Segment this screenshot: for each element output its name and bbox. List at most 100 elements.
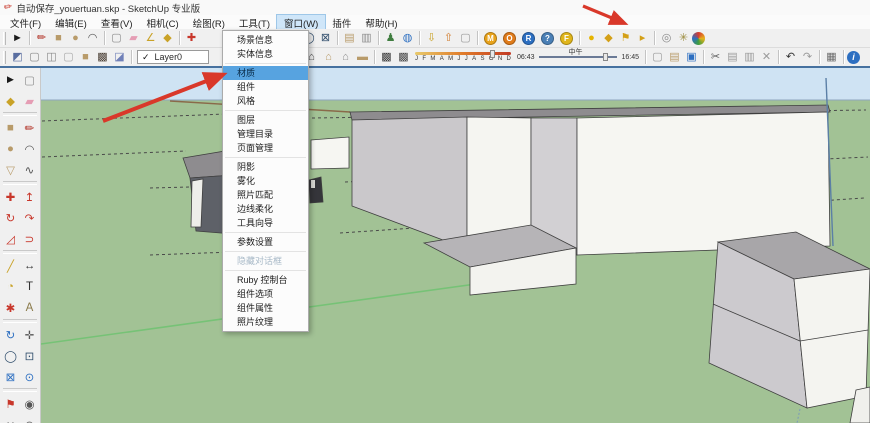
google-earth-icon[interactable]: ◍ [399, 30, 416, 46]
menu-item-materials[interactable]: 材质 [223, 66, 308, 80]
eraser-tool[interactable]: ▰ [20, 90, 39, 111]
style-shaded-icon[interactable]: ■ [77, 49, 94, 65]
badge-r-icon[interactable]: R [522, 32, 535, 45]
tape-measure-tool[interactable]: ╱ [1, 255, 20, 276]
style-wireframe-icon[interactable]: ◫ [43, 49, 60, 65]
ring-icon[interactable]: ◎ [658, 30, 675, 46]
3d-text-tool[interactable]: A [20, 297, 39, 318]
menu-item-styles[interactable]: 风格 [223, 94, 308, 108]
line-tool[interactable]: ✏ [33, 30, 50, 46]
open-file-icon[interactable]: ▤ [666, 49, 683, 65]
offset-tool[interactable]: ⊃ [20, 228, 39, 249]
time-slider-handle[interactable] [603, 53, 608, 61]
menubar-view[interactable]: 查看(V) [94, 15, 140, 29]
view-top-icon[interactable]: ⌂ [320, 49, 337, 65]
menu-item-soften-edges[interactable]: 边线柔化 [223, 202, 308, 216]
position-camera-tool[interactable]: ⚑ [1, 393, 20, 414]
select-tool[interactable]: ► [9, 30, 26, 46]
style-xray-icon[interactable]: ◩ [9, 49, 26, 65]
cut-icon[interactable]: ✂ [707, 49, 724, 65]
share-models-icon[interactable]: ⇧ [440, 30, 457, 46]
menu-item-scene-info[interactable]: 场景信息 [223, 33, 308, 47]
menu-item-component-attributes[interactable]: 组件属性 [223, 301, 308, 315]
menu-item-preferences[interactable]: 参数设置 [223, 235, 308, 249]
circle-tool[interactable]: ● [67, 30, 84, 46]
toolbar-grip[interactable] [3, 51, 6, 64]
style-shaded-textures-icon[interactable]: ▩ [94, 49, 111, 65]
menu-item-component-options[interactable]: 组件选项 [223, 287, 308, 301]
menu-item-shadows[interactable]: 阴影 [223, 160, 308, 174]
print-icon[interactable]: ▦ [823, 49, 840, 65]
flag-icon[interactable]: ⚑ [617, 30, 634, 46]
zoom-extents-tool[interactable]: ⊠ [317, 30, 334, 46]
menubar-file[interactable]: 文件(F) [3, 15, 48, 29]
shadow-toggle-icon[interactable]: ▩ [395, 49, 412, 65]
shadow-dialog-icon[interactable]: ▩ [378, 49, 395, 65]
menu-item-instructor[interactable]: 工具向导 [223, 216, 308, 230]
zoom-previous-tool[interactable]: ⊙ [20, 366, 39, 387]
sandbox-icon[interactable]: ◆ [600, 30, 617, 46]
menubar-plugins[interactable]: 插件 [325, 15, 358, 29]
tape-measure-tool[interactable]: ∠ [142, 30, 159, 46]
make-component-tool[interactable]: ▢ [20, 69, 39, 90]
paint-bucket-tool[interactable]: ◆ [159, 30, 176, 46]
arc-tool[interactable]: ◠ [84, 30, 101, 46]
component-box-icon[interactable]: ▢ [457, 30, 474, 46]
menubar-help[interactable]: 帮助(H) [358, 15, 404, 29]
rectangle-tool[interactable]: ■ [1, 117, 20, 138]
zoom-window-tool[interactable]: ⊡ [20, 345, 39, 366]
rotate-tool[interactable]: ↻ [1, 207, 20, 228]
shadow-month-slider[interactable]: JFMAMJJASOND [415, 52, 511, 62]
line-tool[interactable]: ✏ [20, 117, 39, 138]
push-pull-tool[interactable]: ↥ [20, 186, 39, 207]
polygon-tool[interactable]: ▽ [1, 159, 20, 180]
style-hidden-line-icon[interactable]: ▢ [60, 49, 77, 65]
walk-tool[interactable]: ∷ [1, 414, 20, 423]
walk-figure-icon[interactable]: ♟ [382, 30, 399, 46]
freehand-tool[interactable]: ∿ [20, 159, 39, 180]
view-side-icon[interactable]: ▬ [354, 49, 371, 65]
axes-tool[interactable]: ✱ [1, 297, 20, 318]
viewport-canvas[interactable] [0, 68, 870, 423]
badge-help-icon[interactable]: ? [541, 32, 554, 45]
badge-o-icon[interactable]: O [503, 32, 516, 45]
delete-icon[interactable]: ✕ [758, 49, 775, 65]
menu-item-components[interactable]: 组件 [223, 80, 308, 94]
protractor-tool[interactable]: ◔ [1, 276, 20, 297]
style-back-edges-icon[interactable]: ▢ [26, 49, 43, 65]
color-swirl-icon[interactable] [692, 32, 705, 45]
menubar-camera[interactable]: 相机(C) [139, 15, 185, 29]
select-tool[interactable]: ► [1, 69, 20, 90]
style-monochrome-icon[interactable]: ◪ [111, 49, 128, 65]
paste-icon[interactable]: ▥ [741, 49, 758, 65]
menubar-draw[interactable]: 绘图(R) [186, 15, 232, 29]
orbit-tool[interactable]: ↻ [1, 324, 20, 345]
eraser-tool[interactable]: ▰ [125, 30, 142, 46]
burst-icon[interactable]: ✳ [675, 30, 692, 46]
menubar-edit[interactable]: 编辑(E) [48, 15, 94, 29]
view-front-icon[interactable]: ⌂ [337, 49, 354, 65]
get-models-icon[interactable]: ⇩ [423, 30, 440, 46]
make-component-tool[interactable]: ▢ [108, 30, 125, 46]
text-tool[interactable]: T [20, 276, 39, 297]
menu-item-scene-manager[interactable]: 页面管理 [223, 141, 308, 155]
badge-m-icon[interactable]: M [484, 32, 497, 45]
paint-bucket-tool[interactable]: ◆ [1, 90, 20, 111]
menu-item-photo-match[interactable]: 照片匹配 [223, 188, 308, 202]
layer-selector[interactable]: ✓ Layer0 [137, 50, 209, 64]
menubar-window[interactable]: 窗口(W) [277, 15, 325, 29]
info-icon[interactable]: i [847, 51, 860, 64]
push-pull-tool[interactable]: ✚ [183, 30, 200, 46]
menu-item-photo-textures[interactable]: 照片纹理 [223, 315, 308, 329]
scale-tool[interactable]: ◿ [1, 228, 20, 249]
menu-item-entity-info[interactable]: 实体信息 [223, 47, 308, 61]
undo-icon[interactable]: ↶ [782, 49, 799, 65]
sphere-icon[interactable]: ● [583, 30, 600, 46]
menu-item-layers[interactable]: 图层 [223, 113, 308, 127]
section-plane-tool[interactable]: ⊘ [20, 414, 39, 423]
import-model-icon[interactable]: ▤ [341, 30, 358, 46]
save-file-icon[interactable]: ▣ [683, 49, 700, 65]
redo-icon[interactable]: ↷ [799, 49, 816, 65]
export-model-icon[interactable]: ▥ [358, 30, 375, 46]
new-file-icon[interactable]: ▢ [649, 49, 666, 65]
